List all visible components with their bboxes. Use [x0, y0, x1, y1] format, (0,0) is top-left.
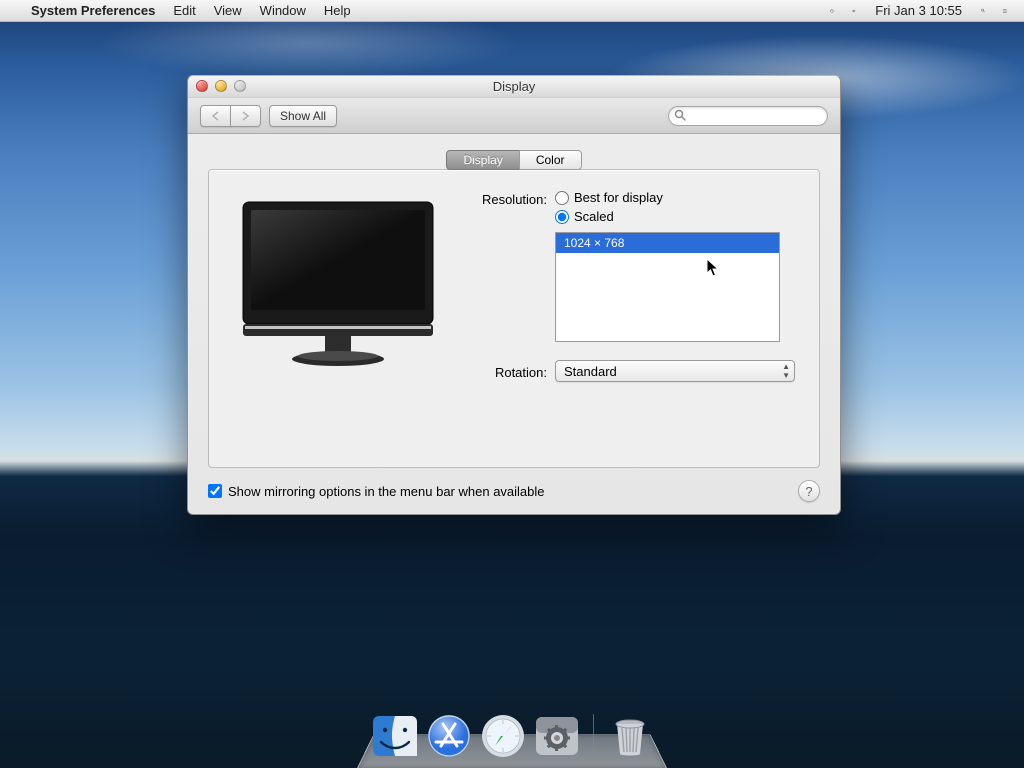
monitor-preview — [233, 190, 443, 443]
resolution-scaled-radio[interactable]: Scaled — [555, 209, 663, 224]
dock-system-preferences-icon[interactable] — [533, 712, 581, 760]
chevron-up-down-icon: ▲▼ — [782, 363, 790, 380]
rotation-label: Rotation: — [467, 363, 547, 380]
titlebar[interactable]: Display — [188, 76, 840, 98]
list-item[interactable]: 1024 × 768 — [556, 233, 779, 253]
resolution-best-radio[interactable]: Best for display — [555, 190, 663, 205]
toolbar: Show All — [188, 98, 840, 134]
dock-finder-icon[interactable] — [371, 712, 419, 760]
mirroring-label: Show mirroring options in the menu bar w… — [228, 484, 545, 499]
help-button[interactable]: ? — [798, 480, 820, 502]
dock — [357, 698, 667, 768]
menubar: System Preferences Edit View Window Help… — [0, 0, 1024, 22]
scaled-resolutions-list[interactable]: 1024 × 768 — [555, 232, 780, 342]
tab-display[interactable]: Display — [446, 150, 519, 170]
display-preferences-window: Display Show All Display — [187, 75, 841, 515]
minimize-button[interactable] — [215, 80, 227, 92]
resolution-scaled-label: Scaled — [574, 209, 614, 224]
search-input[interactable] — [668, 106, 828, 126]
nav-buttons — [200, 105, 261, 127]
resolution-best-label: Best for display — [574, 190, 663, 205]
tabs: Display Color — [208, 150, 820, 170]
dock-safari-icon[interactable] — [479, 712, 527, 760]
dock-divider — [593, 714, 594, 758]
dock-app-store-icon[interactable] — [425, 712, 473, 760]
mirroring-checkbox[interactable] — [208, 484, 222, 498]
menu-window[interactable]: Window — [251, 0, 315, 22]
show-all-button[interactable]: Show All — [269, 105, 337, 127]
tab-color[interactable]: Color — [519, 150, 582, 170]
notification-center-icon[interactable] — [994, 0, 1016, 22]
menubar-clock[interactable]: Fri Jan 3 10:55 — [865, 0, 972, 22]
menu-edit[interactable]: Edit — [164, 0, 204, 22]
apple-menu[interactable] — [8, 0, 22, 22]
search-icon — [674, 109, 687, 125]
footer: Show mirroring options in the menu bar w… — [208, 480, 820, 502]
rotation-value: Standard — [564, 364, 617, 379]
zoom-button[interactable] — [234, 80, 246, 92]
forward-button[interactable] — [230, 105, 261, 127]
display-panel: Resolution: Best for display Scaled 1024… — [208, 169, 820, 468]
window-title: Display — [493, 79, 536, 94]
close-button[interactable] — [196, 80, 208, 92]
app-menu[interactable]: System Preferences — [22, 0, 164, 22]
desktop: System Preferences Edit View Window Help… — [0, 0, 1024, 768]
time-machine-menu-icon[interactable] — [821, 0, 843, 22]
search-field-wrap — [668, 106, 828, 126]
back-button[interactable] — [200, 105, 231, 127]
dock-trash-icon[interactable] — [606, 712, 654, 760]
resolution-row: Resolution: Best for display Scaled — [467, 190, 795, 224]
rotation-select[interactable]: Standard ▲▼ — [555, 360, 795, 382]
volume-menu-icon[interactable] — [843, 0, 865, 22]
menu-view[interactable]: View — [205, 0, 251, 22]
rotation-row: Rotation: Standard ▲▼ — [467, 360, 795, 382]
resolution-label: Resolution: — [467, 190, 547, 207]
menu-help[interactable]: Help — [315, 0, 360, 22]
monitor-icon — [233, 196, 443, 376]
spotlight-icon[interactable] — [972, 0, 994, 22]
